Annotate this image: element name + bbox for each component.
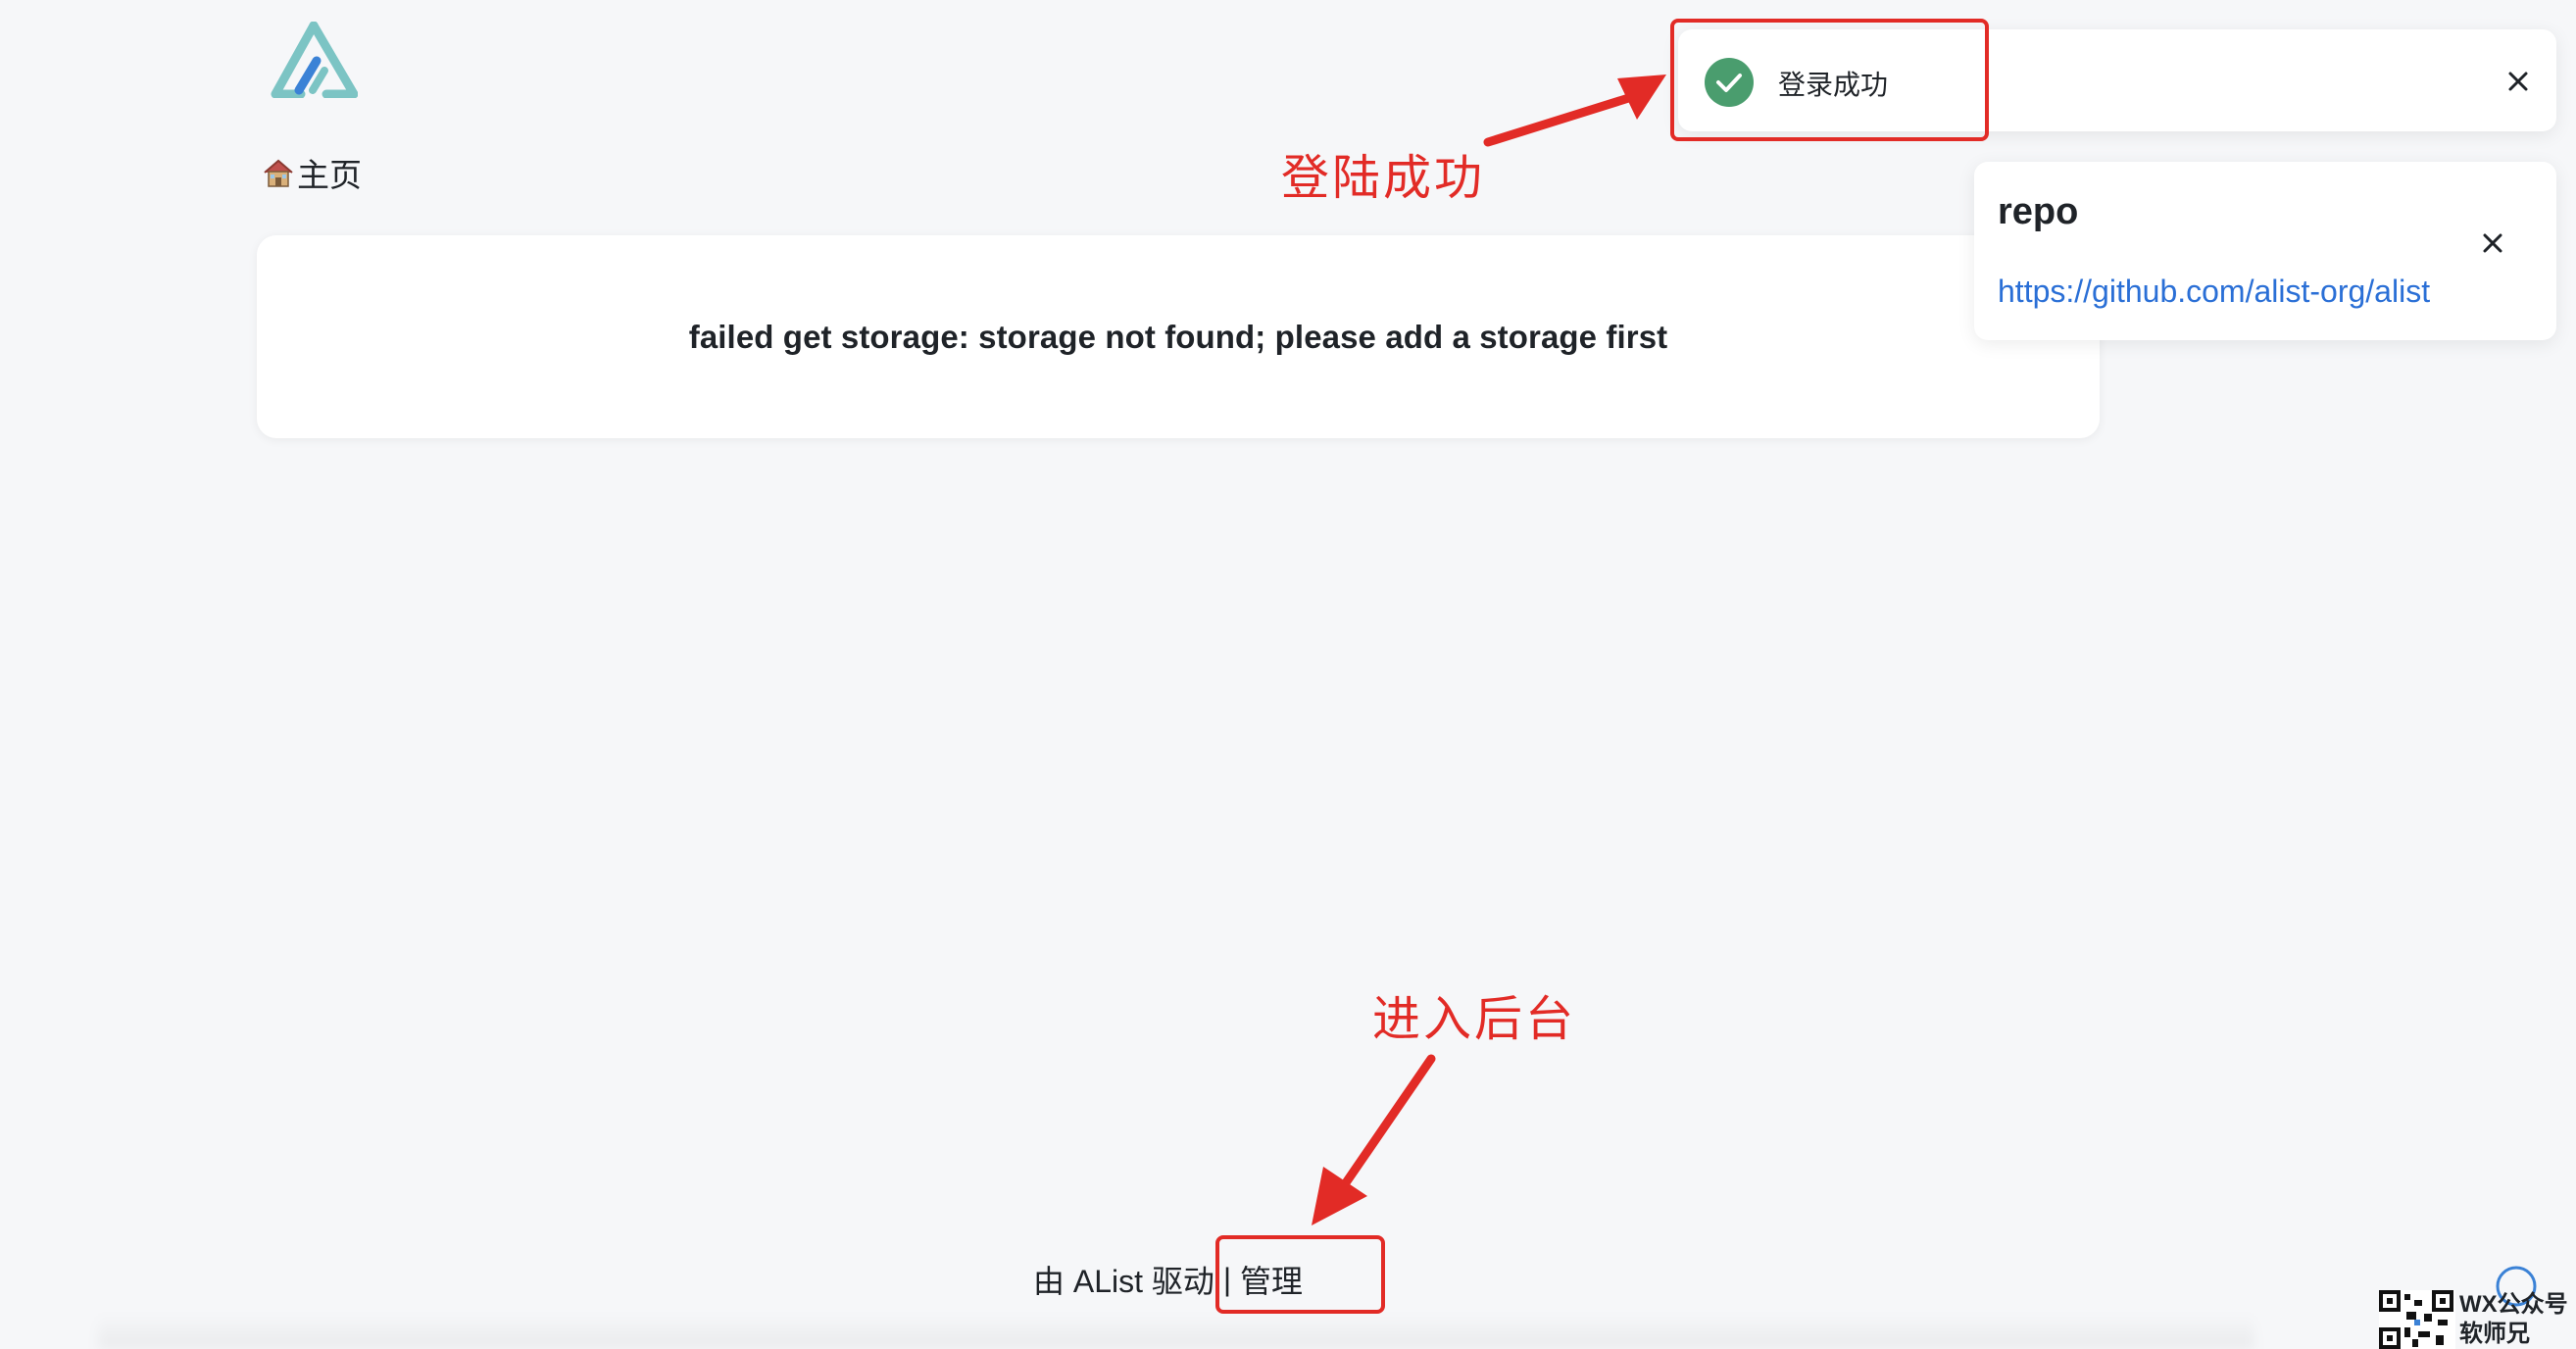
annotation-label-login-success: 登陆成功 [1281, 150, 1486, 206]
watermark-line-1: WX公众号 [2459, 1291, 2568, 1318]
annotation-label-enter-admin: 进入后台 [1372, 991, 1577, 1047]
footer-shadow [98, 1314, 2254, 1349]
page: 主页 failed get storage: storage not found… [0, 0, 2576, 1349]
watermark: WX公众号 软师兄 [2379, 1265, 2575, 1349]
powered-by-text: 由 AList 驱动 [1033, 1264, 1214, 1299]
qr-code-icon [2379, 1290, 2455, 1349]
footer-separator: | [1214, 1261, 1241, 1297]
watermark-text: WX公众号 软师兄 [2459, 1290, 2568, 1349]
footer: 由 AList 驱动 | 管理 [1033, 1257, 1303, 1302]
manage-link[interactable]: 管理 [1240, 1257, 1303, 1302]
watermark-line-2: 软师兄 [2459, 1321, 2530, 1347]
